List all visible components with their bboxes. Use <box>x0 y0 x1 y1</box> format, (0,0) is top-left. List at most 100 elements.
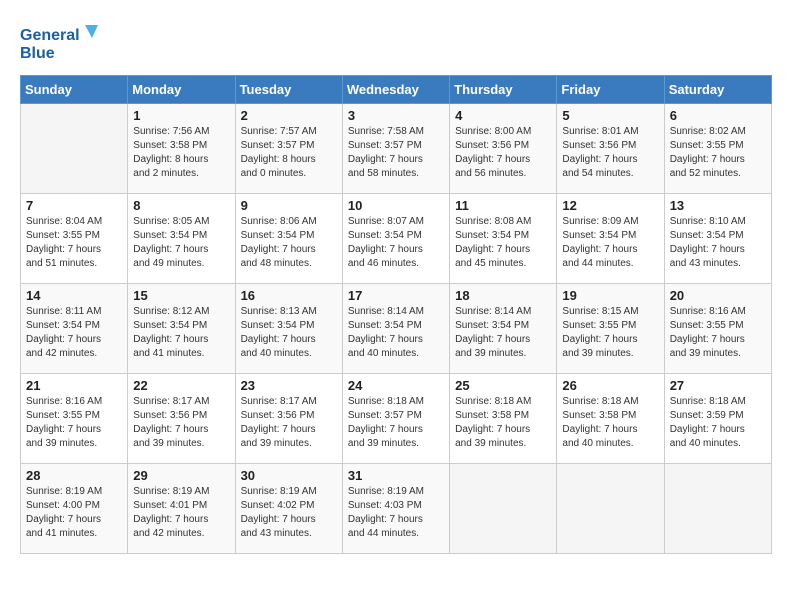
day-info: Sunrise: 8:17 AM Sunset: 3:56 PM Dayligh… <box>241 395 337 451</box>
day-number: 19 <box>562 288 658 303</box>
day-number: 30 <box>241 468 337 483</box>
day-info: Sunrise: 8:05 AM Sunset: 3:54 PM Dayligh… <box>133 215 229 271</box>
day-number: 15 <box>133 288 229 303</box>
calendar-cell: 19 Sunrise: 8:15 AM Sunset: 3:55 PM Dayli… <box>557 284 664 374</box>
calendar-cell: 27 Sunrise: 8:18 AM Sunset: 3:59 PM Dayli… <box>664 374 771 464</box>
day-info: Sunrise: 8:02 AM Sunset: 3:55 PM Dayligh… <box>670 125 766 181</box>
day-number: 20 <box>670 288 766 303</box>
day-info: Sunrise: 8:18 AM Sunset: 3:59 PM Dayligh… <box>670 395 766 451</box>
day-number: 8 <box>133 198 229 213</box>
week-row-0: 1 Sunrise: 7:56 AM Sunset: 3:58 PM Daylig… <box>21 104 772 194</box>
day-info: Sunrise: 7:57 AM Sunset: 3:57 PM Dayligh… <box>241 125 337 181</box>
day-info: Sunrise: 8:19 AM Sunset: 4:02 PM Dayligh… <box>241 485 337 541</box>
calendar-cell: 18 Sunrise: 8:14 AM Sunset: 3:54 PM Dayli… <box>450 284 557 374</box>
day-info: Sunrise: 8:14 AM Sunset: 3:54 PM Dayligh… <box>348 305 444 361</box>
calendar-cell: 16Sunrise: 8:13 AM Sunset: 3:54 PM Dayli… <box>235 284 342 374</box>
day-number: 13 <box>670 198 766 213</box>
calendar-cell: 26Sunrise: 8:18 AM Sunset: 3:58 PM Dayli… <box>557 374 664 464</box>
day-info: Sunrise: 8:10 AM Sunset: 3:54 PM Dayligh… <box>670 215 766 271</box>
calendar-cell: 4Sunrise: 8:00 AM Sunset: 3:56 PM Daylig… <box>450 104 557 194</box>
calendar-cell: 31 Sunrise: 8:19 AM Sunset: 4:03 PM Dayli… <box>342 464 449 554</box>
day-info: Sunrise: 8:16 AM Sunset: 3:55 PM Dayligh… <box>670 305 766 361</box>
day-number: 21 <box>26 378 122 393</box>
day-number: 24 <box>348 378 444 393</box>
day-number: 25 <box>455 378 551 393</box>
calendar-cell: 8 Sunrise: 8:05 AM Sunset: 3:54 PM Daylig… <box>128 194 235 284</box>
day-number: 29 <box>133 468 229 483</box>
calendar-cell: 25 Sunrise: 8:18 AM Sunset: 3:58 PM Dayli… <box>450 374 557 464</box>
logo: General Blue <box>20 20 100 65</box>
day-info: Sunrise: 7:58 AM Sunset: 3:57 PM Dayligh… <box>348 125 444 181</box>
calendar-cell <box>664 464 771 554</box>
calendar-cell: 5 Sunrise: 8:01 AM Sunset: 3:56 PM Daylig… <box>557 104 664 194</box>
week-row-3: 21 Sunrise: 8:16 AM Sunset: 3:55 PM Dayli… <box>21 374 772 464</box>
day-number: 5 <box>562 108 658 123</box>
header-cell-saturday: Saturday <box>664 76 771 104</box>
calendar-cell: 9Sunrise: 8:06 AM Sunset: 3:54 PM Daylig… <box>235 194 342 284</box>
day-info: Sunrise: 8:14 AM Sunset: 3:54 PM Dayligh… <box>455 305 551 361</box>
week-row-2: 14Sunrise: 8:11 AM Sunset: 3:54 PM Dayli… <box>21 284 772 374</box>
header: General Blue <box>20 20 772 65</box>
day-info: Sunrise: 8:16 AM Sunset: 3:55 PM Dayligh… <box>26 395 122 451</box>
day-number: 10 <box>348 198 444 213</box>
header-row: SundayMondayTuesdayWednesdayThursdayFrid… <box>21 76 772 104</box>
calendar-cell: 3 Sunrise: 7:58 AM Sunset: 3:57 PM Daylig… <box>342 104 449 194</box>
calendar-cell: 20 Sunrise: 8:16 AM Sunset: 3:55 PM Dayli… <box>664 284 771 374</box>
calendar-cell: 7Sunrise: 8:04 AM Sunset: 3:55 PM Daylig… <box>21 194 128 284</box>
calendar-cell: 23 Sunrise: 8:17 AM Sunset: 3:56 PM Dayli… <box>235 374 342 464</box>
day-info: Sunrise: 7:56 AM Sunset: 3:58 PM Dayligh… <box>133 125 229 181</box>
day-info: Sunrise: 8:18 AM Sunset: 3:58 PM Dayligh… <box>455 395 551 451</box>
calendar-cell: 30 Sunrise: 8:19 AM Sunset: 4:02 PM Dayli… <box>235 464 342 554</box>
header-cell-wednesday: Wednesday <box>342 76 449 104</box>
calendar-body: 1 Sunrise: 7:56 AM Sunset: 3:58 PM Daylig… <box>21 104 772 554</box>
day-info: Sunrise: 8:19 AM Sunset: 4:01 PM Dayligh… <box>133 485 229 541</box>
calendar-cell: 28Sunrise: 8:19 AM Sunset: 4:00 PM Dayli… <box>21 464 128 554</box>
calendar-cell: 12 Sunrise: 8:09 AM Sunset: 3:54 PM Dayli… <box>557 194 664 284</box>
day-info: Sunrise: 8:17 AM Sunset: 3:56 PM Dayligh… <box>133 395 229 451</box>
day-number: 12 <box>562 198 658 213</box>
day-number: 27 <box>670 378 766 393</box>
calendar-table: SundayMondayTuesdayWednesdayThursdayFrid… <box>20 75 772 554</box>
day-number: 17 <box>348 288 444 303</box>
day-info: Sunrise: 8:12 AM Sunset: 3:54 PM Dayligh… <box>133 305 229 361</box>
day-info: Sunrise: 8:01 AM Sunset: 3:56 PM Dayligh… <box>562 125 658 181</box>
calendar-cell: 22 Sunrise: 8:17 AM Sunset: 3:56 PM Dayli… <box>128 374 235 464</box>
day-number: 18 <box>455 288 551 303</box>
calendar-cell <box>450 464 557 554</box>
day-info: Sunrise: 8:13 AM Sunset: 3:54 PM Dayligh… <box>241 305 337 361</box>
day-info: Sunrise: 8:08 AM Sunset: 3:54 PM Dayligh… <box>455 215 551 271</box>
day-info: Sunrise: 8:19 AM Sunset: 4:00 PM Dayligh… <box>26 485 122 541</box>
day-number: 1 <box>133 108 229 123</box>
day-info: Sunrise: 8:15 AM Sunset: 3:55 PM Dayligh… <box>562 305 658 361</box>
day-number: 22 <box>133 378 229 393</box>
calendar-cell: 10Sunrise: 8:07 AM Sunset: 3:54 PM Dayli… <box>342 194 449 284</box>
calendar-cell <box>21 104 128 194</box>
day-number: 3 <box>348 108 444 123</box>
day-number: 7 <box>26 198 122 213</box>
calendar-cell: 24Sunrise: 8:18 AM Sunset: 3:57 PM Dayli… <box>342 374 449 464</box>
day-number: 23 <box>241 378 337 393</box>
day-number: 31 <box>348 468 444 483</box>
day-info: Sunrise: 8:11 AM Sunset: 3:54 PM Dayligh… <box>26 305 122 361</box>
calendar-cell: 21 Sunrise: 8:16 AM Sunset: 3:55 PM Dayli… <box>21 374 128 464</box>
header-cell-sunday: Sunday <box>21 76 128 104</box>
calendar-cell: 17 Sunrise: 8:14 AM Sunset: 3:54 PM Dayli… <box>342 284 449 374</box>
day-number: 4 <box>455 108 551 123</box>
calendar-header: SundayMondayTuesdayWednesdayThursdayFrid… <box>21 76 772 104</box>
calendar-cell: 15 Sunrise: 8:12 AM Sunset: 3:54 PM Dayli… <box>128 284 235 374</box>
day-info: Sunrise: 8:06 AM Sunset: 3:54 PM Dayligh… <box>241 215 337 271</box>
calendar-cell: 2 Sunrise: 7:57 AM Sunset: 3:57 PM Daylig… <box>235 104 342 194</box>
logo-svg: General Blue <box>20 20 100 65</box>
day-info: Sunrise: 8:18 AM Sunset: 3:58 PM Dayligh… <box>562 395 658 451</box>
day-info: Sunrise: 8:09 AM Sunset: 3:54 PM Dayligh… <box>562 215 658 271</box>
week-row-4: 28Sunrise: 8:19 AM Sunset: 4:00 PM Dayli… <box>21 464 772 554</box>
header-cell-monday: Monday <box>128 76 235 104</box>
calendar-cell: 6Sunrise: 8:02 AM Sunset: 3:55 PM Daylig… <box>664 104 771 194</box>
calendar-cell: 14Sunrise: 8:11 AM Sunset: 3:54 PM Dayli… <box>21 284 128 374</box>
header-cell-tuesday: Tuesday <box>235 76 342 104</box>
day-info: Sunrise: 8:19 AM Sunset: 4:03 PM Dayligh… <box>348 485 444 541</box>
day-number: 11 <box>455 198 551 213</box>
day-number: 2 <box>241 108 337 123</box>
calendar-cell: 11 Sunrise: 8:08 AM Sunset: 3:54 PM Dayli… <box>450 194 557 284</box>
calendar-cell: 29 Sunrise: 8:19 AM Sunset: 4:01 PM Dayli… <box>128 464 235 554</box>
